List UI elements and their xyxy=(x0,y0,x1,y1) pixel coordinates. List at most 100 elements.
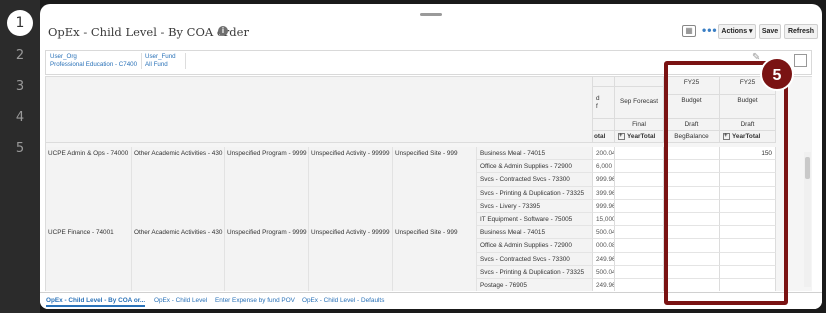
cell-site: Unspecified Site - 999 xyxy=(393,147,477,161)
cell-sep-forecast xyxy=(615,160,664,174)
cell-entity xyxy=(46,160,132,174)
cell-account: Office & Admin Supplies - 72900 xyxy=(477,239,593,253)
cell-activity xyxy=(309,279,393,291)
step-5[interactable]: 5 xyxy=(0,141,40,156)
step-4[interactable]: 4 xyxy=(0,110,40,125)
cell-entity xyxy=(46,239,132,253)
save-button[interactable]: Save xyxy=(759,24,781,39)
pov-fund[interactable]: User_Fund All Fund xyxy=(142,53,186,69)
pov-org-label: User_Org xyxy=(50,53,77,60)
cell-value: 15,000 xyxy=(593,213,615,227)
cell-site xyxy=(393,173,477,187)
cell-entity xyxy=(46,199,132,213)
cell-activity xyxy=(309,252,393,266)
cell-sep-forecast xyxy=(615,186,664,200)
actions-button[interactable]: Actions ▾ xyxy=(718,24,756,39)
pov-org-value: Professional Education - C7400 xyxy=(50,61,138,68)
cell-account: Svcs - Contracted Svcs - 73300 xyxy=(477,173,593,187)
col-partial-label: df xyxy=(593,87,615,119)
cell-sep-forecast xyxy=(615,279,664,291)
cell-entity xyxy=(46,173,132,187)
cell-activity xyxy=(309,239,393,253)
cell-activity xyxy=(309,265,393,279)
col-year-total[interactable]: + YearTotal xyxy=(615,131,664,143)
drag-handle[interactable] xyxy=(420,13,442,16)
highlight-callout-box xyxy=(664,61,788,305)
cell-site xyxy=(393,186,477,200)
form-instructions-icon[interactable]: ▦ xyxy=(682,25,696,37)
cell-site xyxy=(393,252,477,266)
cell-program: Unspecified Program - 9999 xyxy=(225,147,309,161)
cell-site: Unspecified Site - 999 xyxy=(393,226,477,240)
tab-opex-defaults[interactable]: OpEx - Child Level - Defaults xyxy=(302,297,384,304)
cell-sep-forecast xyxy=(615,239,664,253)
cell-sep-forecast xyxy=(615,199,664,213)
cell-activity xyxy=(309,173,393,187)
cell-activity-group xyxy=(132,213,225,227)
save-pov-icon[interactable] xyxy=(794,54,807,67)
cell-activity xyxy=(309,160,393,174)
cell-entity xyxy=(46,213,132,227)
step-1[interactable]: 1 xyxy=(0,10,40,36)
callout-badge: 5 xyxy=(760,57,794,91)
cell-entity: UCPE Finance - 74001 xyxy=(46,226,132,240)
cell-program: Unspecified Program - 9999 xyxy=(225,226,309,240)
pov-fund-label: User_Fund xyxy=(145,53,176,60)
cell-account: IT Equipment - Software - 75005 xyxy=(477,213,593,227)
tab-opex-child-coa[interactable]: OpEx - Child Level - By COA or... xyxy=(46,297,146,307)
step-3[interactable]: 3 xyxy=(0,79,40,94)
cell-program xyxy=(225,279,309,291)
cell-value: 500.04 xyxy=(593,265,615,279)
cell-program xyxy=(225,213,309,227)
tab-opex-child[interactable]: OpEx - Child Level xyxy=(154,297,207,304)
cell-activity xyxy=(309,186,393,200)
cell-site xyxy=(393,239,477,253)
cell-activity-group xyxy=(132,186,225,200)
cell-sep-forecast xyxy=(615,265,664,279)
cell-account: Svcs - Livery - 73395 xyxy=(477,199,593,213)
cell-program xyxy=(225,160,309,174)
cell-program xyxy=(225,173,309,187)
cell-account: Postage - 76905 xyxy=(477,279,593,291)
col-partial-total: otal xyxy=(593,131,615,143)
cell-account: Svcs - Printing & Duplication - 73325 xyxy=(477,186,593,200)
cell-sep-forecast xyxy=(615,147,664,161)
cell-value: 999.96 xyxy=(593,173,615,187)
cell-activity-group xyxy=(132,265,225,279)
cell-site xyxy=(393,265,477,279)
cell-site xyxy=(393,213,477,227)
cell-program xyxy=(225,239,309,253)
cell-entity: UCPE Admin & Ops - 74000 xyxy=(46,147,132,161)
cell-program xyxy=(225,252,309,266)
cell-activity-group xyxy=(132,252,225,266)
cell-site xyxy=(393,279,477,291)
cell-sep-forecast xyxy=(615,226,664,240)
col-final: Final xyxy=(615,119,664,131)
cell-entity xyxy=(46,265,132,279)
more-options-icon[interactable]: ••• xyxy=(702,23,718,37)
tab-enter-expense[interactable]: Enter Expense by fund POV xyxy=(215,297,295,304)
step-2[interactable]: 2 xyxy=(0,48,40,63)
pov-fund-value: All Fund xyxy=(145,61,168,68)
cell-value: 249.96 xyxy=(593,252,615,266)
info-icon[interactable]: i xyxy=(218,26,228,36)
cell-value: 000.08 xyxy=(593,239,615,253)
cell-activity-group xyxy=(132,199,225,213)
cell-account: Business Meal - 74015 xyxy=(477,226,593,240)
cell-sep-forecast xyxy=(615,252,664,266)
expand-icon[interactable]: + xyxy=(618,133,625,140)
header-corner xyxy=(46,77,593,143)
refresh-button[interactable]: Refresh xyxy=(784,24,818,39)
vertical-scrollbar[interactable] xyxy=(804,152,811,287)
cell-activity-group: Other Academic Activities - 430 xyxy=(132,147,225,161)
cell-sep-forecast xyxy=(615,213,664,227)
cell-site xyxy=(393,160,477,174)
col-partial-top xyxy=(593,77,615,87)
cell-activity: Unspecified Activity - 99999 xyxy=(309,226,393,240)
col-partial-blank xyxy=(593,119,615,131)
pov-org[interactable]: User_Org Professional Education - C7400 xyxy=(50,53,142,69)
col-sep-forecast: Sep Forecast xyxy=(615,87,664,119)
cell-entity xyxy=(46,252,132,266)
cell-sep-forecast xyxy=(615,173,664,187)
scroll-thumb[interactable] xyxy=(805,157,810,179)
